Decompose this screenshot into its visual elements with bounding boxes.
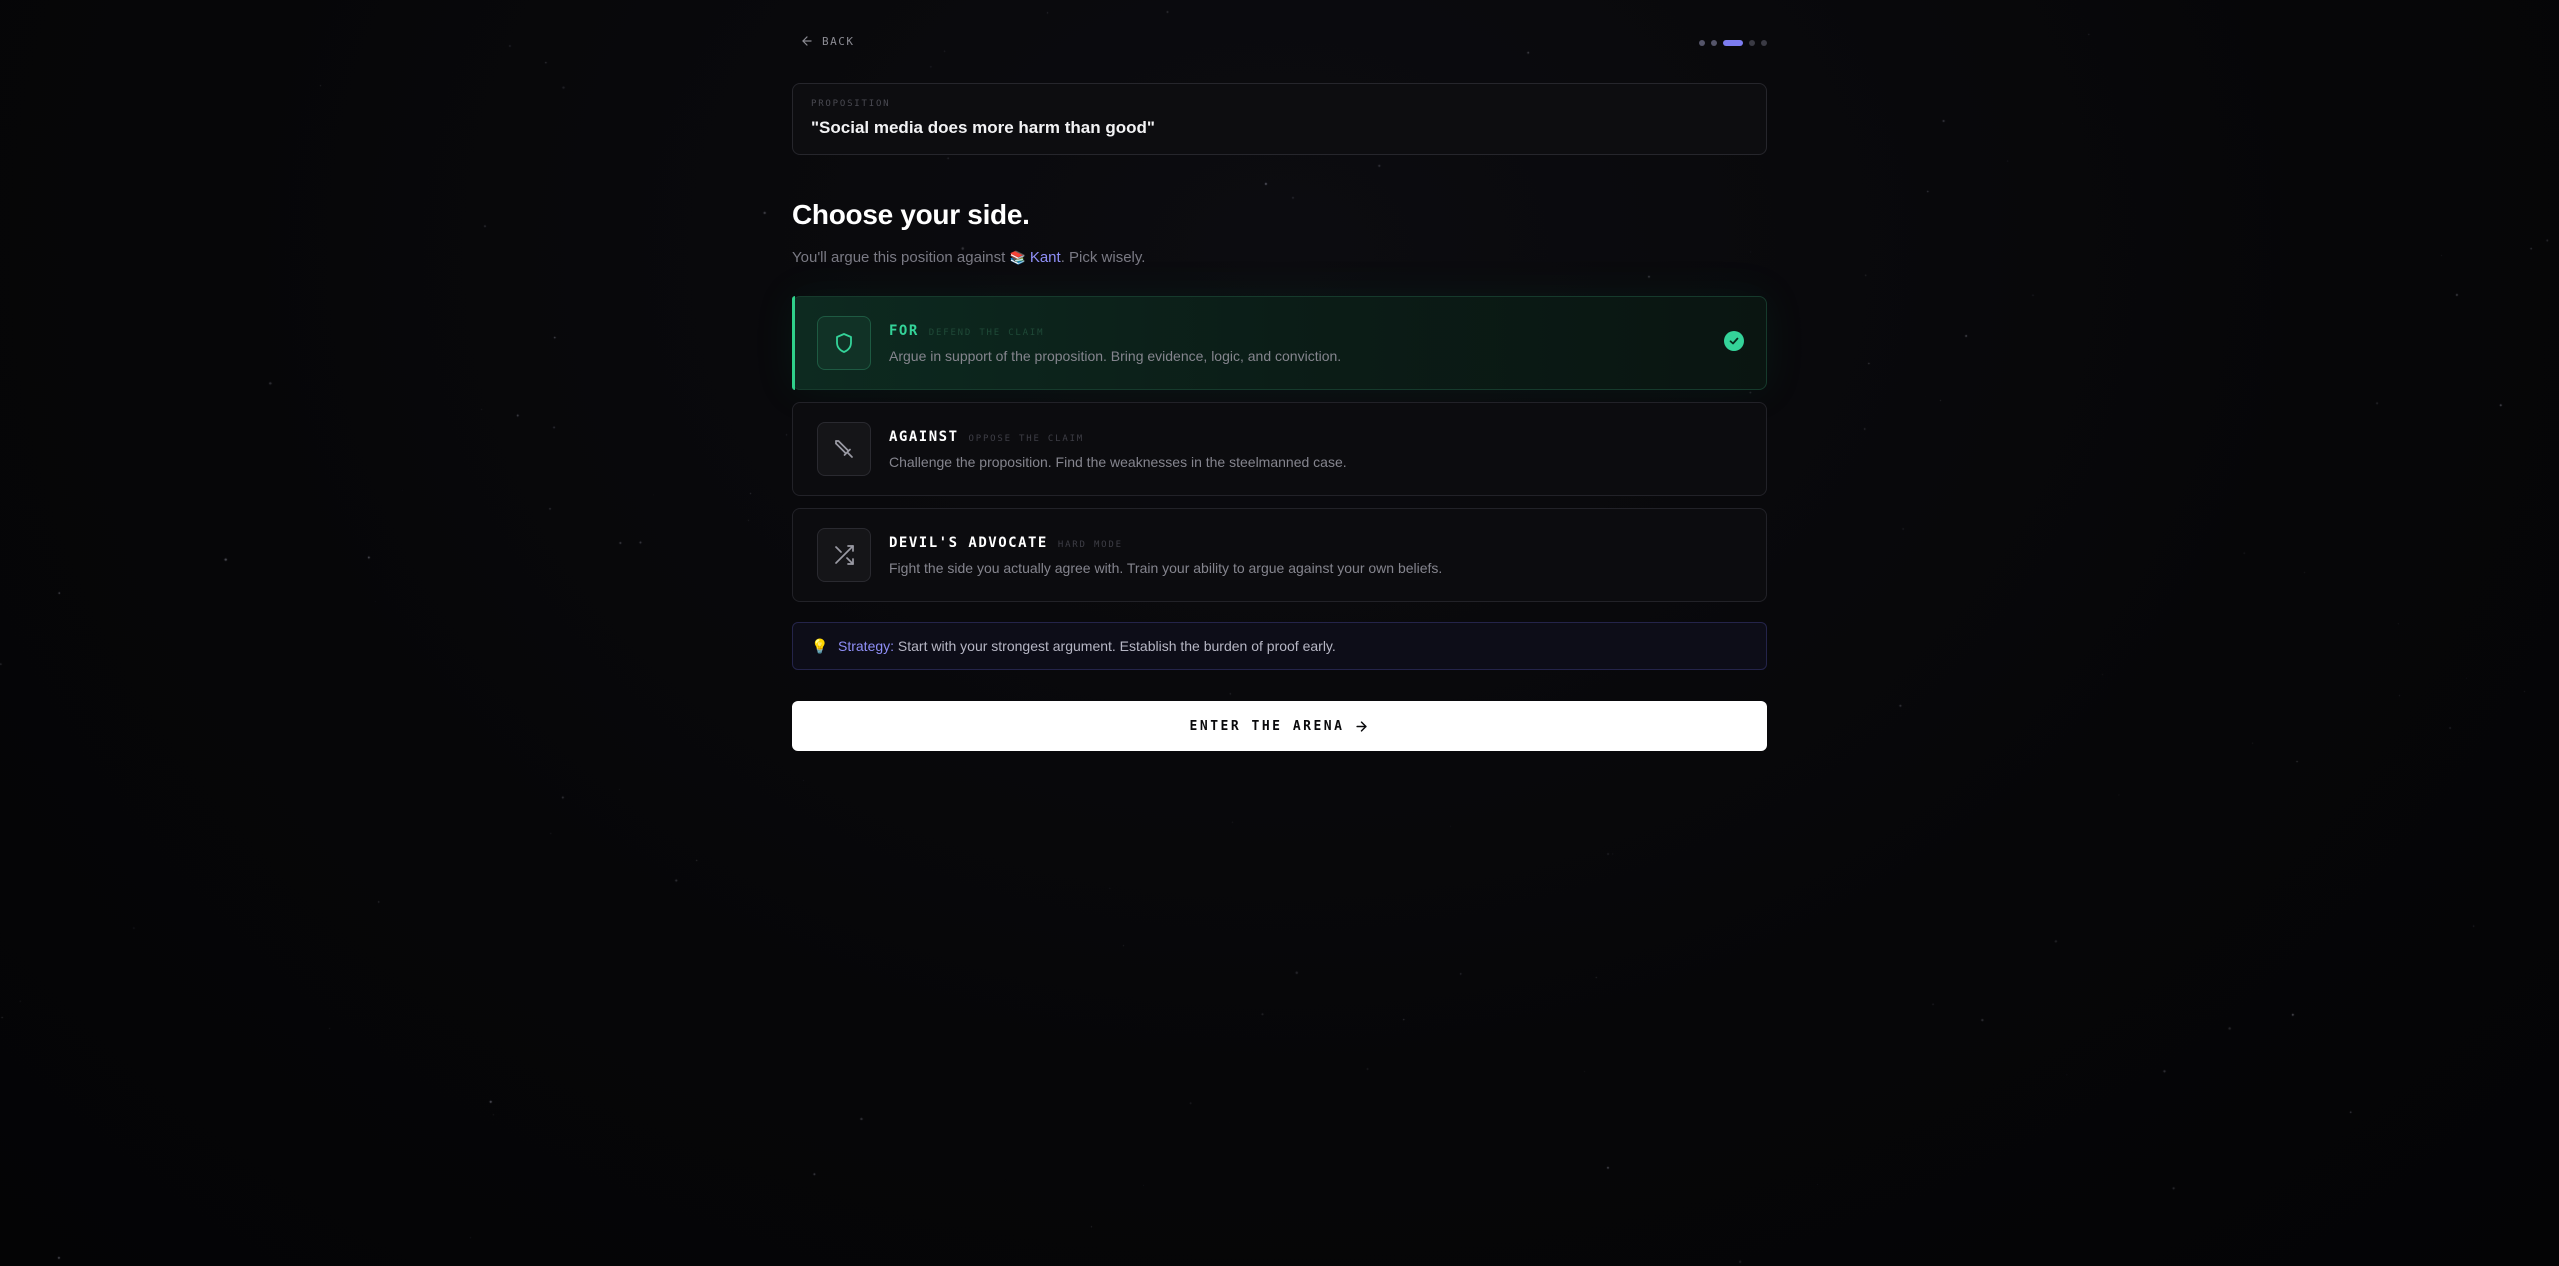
strategy-tip: 💡 Strategy: Start with your strongest ar… [792,622,1767,670]
side-tag: DEFEND THE CLAIM [928,328,1045,338]
step-dot [1761,40,1767,46]
side-description: Fight the side you actually agree with. … [889,560,1443,576]
proposition-box: PROPOSITION "Social media does more harm… [792,83,1767,155]
side-description: Argue in support of the proposition. Bri… [889,348,1342,364]
strategy-label: Strategy: [838,638,895,654]
opponent-name: Kant [1029,249,1061,266]
enter-arena-button[interactable]: ENTER THE ARENA [792,701,1767,751]
side-icon-box [817,316,871,370]
checkmark-icon [1729,337,1739,345]
step-dot [1711,40,1717,46]
side-icon-box [817,422,871,476]
enter-arena-label: ENTER THE ARENA [1189,718,1345,734]
books-icon: 📚 [1009,250,1026,265]
side-option-for[interactable]: FOR DEFEND THE CLAIM Argue in support of… [792,296,1767,390]
lightbulb-icon: 💡 [811,638,829,654]
proposition-label: PROPOSITION [811,99,891,109]
step-dot [1749,40,1755,46]
back-button[interactable]: BACK [800,34,855,48]
side-tag: HARD MODE [1057,540,1123,550]
proposition-text: "Social media does more harm than good" [811,118,1155,137]
back-label: BACK [822,34,855,48]
shield-icon [836,333,852,353]
subtitle-prefix: You'll argue this position against [792,249,1010,266]
arrow-left-icon [802,36,812,46]
side-title: AGAINST OPPOSE THE CLAIM [889,429,1084,445]
step-indicator [1699,40,1767,46]
selected-check-icon [1724,331,1744,351]
side-name: AGAINST [889,429,959,445]
shuffle-icon [835,545,854,565]
side-title: DEVIL'S ADVOCATE HARD MODE [889,535,1123,551]
strategy-body: Start with your strongest argument. Esta… [894,638,1336,654]
strategy-text: Strategy: Start with your strongest argu… [838,638,1336,654]
side-name: FOR [889,323,919,339]
side-name: DEVIL'S ADVOCATE [889,535,1048,551]
page-title: Choose your side. [792,199,1030,230]
side-icon-box [817,528,871,582]
subtitle-suffix: . Pick wisely. [1060,249,1146,266]
top-bar: BACK [792,34,1767,54]
side-tag: OPPOSE THE CLAIM [968,434,1085,444]
side-title: FOR DEFEND THE CLAIM [889,323,1044,339]
side-description: Challenge the proposition. Find the weak… [889,454,1347,470]
sword-icon [835,440,853,458]
side-option-against[interactable]: AGAINST OPPOSE THE CLAIM Challenge the p… [792,402,1767,496]
step-dot [1699,40,1705,46]
side-option-devils-advocate[interactable]: DEVIL'S ADVOCATE HARD MODE Fight the sid… [792,508,1767,602]
step-dot-active [1723,40,1743,46]
page-subtitle: You'll argue this position against 📚 Kan… [792,249,1145,266]
arrow-right-icon [1356,720,1368,732]
